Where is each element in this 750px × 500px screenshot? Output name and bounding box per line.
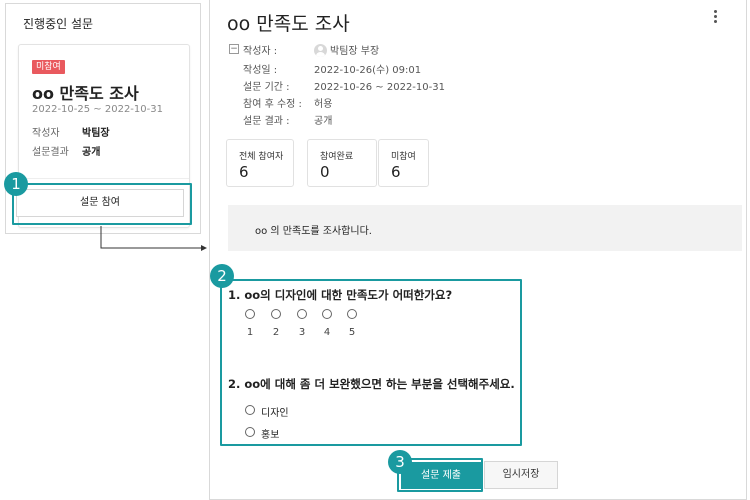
save-draft-button[interactable]: 임시저장 — [484, 461, 558, 489]
stat-total-participants: 전체 참여자 6 — [226, 139, 294, 187]
meta-created-label: 작성일 : — [243, 65, 278, 76]
meta-author: 작성자 : 박팀장 부장 — [243, 42, 379, 57]
collapse-icon[interactable]: − — [229, 44, 239, 54]
page-title: oo 만족도 조사 — [227, 13, 350, 35]
meta-created: 작성일 : 2022-10-26(수) 09:01 — [243, 61, 421, 76]
stat-label: 미참여 — [391, 152, 416, 162]
survey-description: oo 의 만족도를 조사합니다. — [228, 205, 742, 251]
stat-label: 전체 참여자 — [239, 152, 284, 162]
highlight-box-step2 — [220, 279, 522, 446]
step-2-marker: 2 — [210, 264, 234, 288]
meta-author-label: 작성자 : — [243, 46, 278, 57]
stat-value: 6 — [239, 163, 249, 181]
meta-edit-value: 허용 — [314, 99, 333, 110]
meta-author-value: 박팀장 부장 — [330, 46, 380, 57]
meta-edit: 참여 후 수정 : 허용 — [243, 95, 332, 110]
more-vertical-icon[interactable] — [710, 10, 720, 26]
avatar — [314, 44, 327, 57]
stat-value: 0 — [320, 163, 330, 181]
meta-result-label: 설문 결과 : — [243, 116, 290, 127]
meta-created-value: 2022-10-26(수) 09:01 — [314, 65, 422, 76]
meta-edit-label: 참여 후 수정 : — [243, 99, 302, 110]
meta-period-label: 설문 기간 : — [243, 82, 290, 93]
stat-value: 6 — [391, 163, 401, 181]
meta-period: 설문 기간 : 2022-10-26 ~ 2022-10-31 — [243, 78, 445, 93]
step-3-marker: 3 — [388, 450, 412, 474]
stat-completed: 참여완료 0 — [307, 139, 377, 187]
meta-period-value: 2022-10-26 ~ 2022-10-31 — [314, 82, 445, 93]
meta-result-value: 공개 — [314, 116, 333, 127]
description-text: oo 의 만족도를 조사합니다. — [255, 226, 372, 237]
meta-result: 설문 결과 : 공개 — [243, 112, 332, 127]
stat-label: 참여완료 — [320, 152, 354, 162]
stat-not-participated: 미참여 6 — [378, 139, 429, 187]
